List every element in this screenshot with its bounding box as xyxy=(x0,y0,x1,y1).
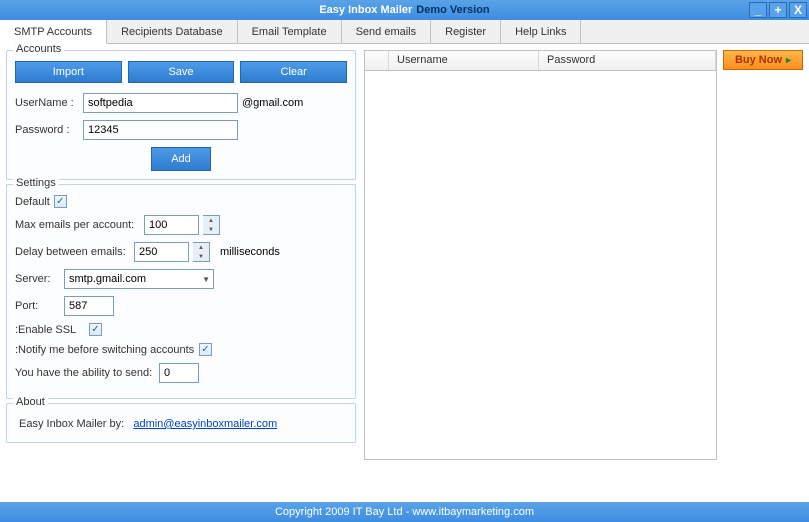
accounts-table: Username Password xyxy=(364,50,717,460)
version-label: Demo Version xyxy=(416,4,489,16)
save-button[interactable]: Save xyxy=(128,61,235,83)
password-label: Password : xyxy=(15,124,79,136)
tab-help-links[interactable]: Help Links xyxy=(501,20,581,43)
clear-button[interactable]: Clear xyxy=(240,61,347,83)
default-checkbox[interactable]: ✓ xyxy=(54,195,67,208)
footer: Copyright 2009 IT Bay Ltd - www.itbaymar… xyxy=(0,502,809,522)
max-emails-up[interactable]: ▲ xyxy=(203,216,219,225)
chevron-down-icon: ▼ xyxy=(202,275,210,284)
delay-up[interactable]: ▲ xyxy=(193,243,209,252)
content-area: Accounts Import Save Clear UserName : @g… xyxy=(0,44,809,499)
left-panel: Accounts Import Save Clear UserName : @g… xyxy=(6,50,356,493)
settings-legend: Settings xyxy=(13,177,59,189)
about-prefix: Easy Inbox Mailer by: xyxy=(19,418,124,430)
table-header: Username Password xyxy=(365,51,716,71)
add-button[interactable]: Add xyxy=(151,147,211,171)
ability-label: You have the ability to send: xyxy=(15,367,155,379)
settings-group: Settings Default ✓ Max emails per accoun… xyxy=(6,184,356,399)
table-col-password[interactable]: Password xyxy=(539,51,716,70)
max-emails-row: Max emails per account: ▲ ▼ xyxy=(15,215,347,235)
ssl-row: :Enable SSL ✓ xyxy=(15,323,347,336)
delay-input[interactable] xyxy=(134,242,189,262)
delay-label: Delay between emails: xyxy=(15,246,130,258)
table-col-icon[interactable] xyxy=(365,51,389,70)
username-input[interactable] xyxy=(83,93,238,113)
arrow-right-icon: ▸ xyxy=(786,55,791,66)
domain-label: @gmail.com xyxy=(242,97,303,109)
delay-spinner: ▲ ▼ xyxy=(193,242,210,262)
default-row: Default ✓ xyxy=(15,195,347,208)
about-link[interactable]: admin@easyinboxmailer.com xyxy=(133,418,277,430)
ssl-checkbox[interactable]: ✓ xyxy=(89,323,102,336)
ssl-label: :Enable SSL xyxy=(15,324,85,336)
port-input[interactable] xyxy=(64,296,114,316)
window-controls: _ + X xyxy=(749,2,807,18)
tab-recipients-database[interactable]: Recipients Database xyxy=(107,20,238,43)
maximize-button[interactable]: + xyxy=(769,2,787,18)
tab-register[interactable]: Register xyxy=(431,20,501,43)
notify-label: :Notify me before switching accounts xyxy=(15,344,195,356)
port-label: Port: xyxy=(15,300,60,312)
buy-now-label: Buy Now xyxy=(735,54,782,66)
notify-row: :Notify me before switching accounts ✓ xyxy=(15,343,347,356)
default-label: Default xyxy=(15,196,50,208)
delay-unit: milliseconds xyxy=(220,246,280,258)
max-emails-label: Max emails per account: xyxy=(15,219,140,231)
tab-smtp-accounts[interactable]: SMTP Accounts xyxy=(0,20,107,44)
about-text: Easy Inbox Mailer by: admin@easyinboxmai… xyxy=(15,414,347,434)
ability-row: You have the ability to send: xyxy=(15,363,347,383)
server-value: smtp.gmail.com xyxy=(69,273,146,285)
table-col-username[interactable]: Username xyxy=(389,51,539,70)
accounts-legend: Accounts xyxy=(13,43,64,55)
username-row: UserName : @gmail.com xyxy=(15,93,347,113)
ability-input[interactable] xyxy=(159,363,199,383)
about-legend: About xyxy=(13,396,48,408)
close-button[interactable]: X xyxy=(789,2,807,18)
about-group: About Easy Inbox Mailer by: admin@easyin… xyxy=(6,403,356,443)
tab-send-emails[interactable]: Send emails xyxy=(342,20,432,43)
max-emails-down[interactable]: ▼ xyxy=(203,225,219,234)
titlebar: Easy Inbox Mailer Demo Version _ + X xyxy=(0,0,809,20)
server-combo[interactable]: smtp.gmail.com ▼ xyxy=(64,269,214,289)
minimize-button[interactable]: _ xyxy=(749,2,767,18)
accounts-group: Accounts Import Save Clear UserName : @g… xyxy=(6,50,356,180)
import-button[interactable]: Import xyxy=(15,61,122,83)
password-row: Password : xyxy=(15,120,347,140)
server-label: Server: xyxy=(15,273,60,285)
accounts-button-row: Import Save Clear xyxy=(15,61,347,83)
tab-email-template[interactable]: Email Template xyxy=(238,20,342,43)
password-input[interactable] xyxy=(83,120,238,140)
delay-row: Delay between emails: ▲ ▼ milliseconds xyxy=(15,242,347,262)
right-panel: Username Password Buy Now ▸ xyxy=(364,50,803,493)
max-emails-input[interactable] xyxy=(144,215,199,235)
buy-now-button[interactable]: Buy Now ▸ xyxy=(723,50,803,70)
add-container: Add xyxy=(15,147,347,171)
server-row: Server: smtp.gmail.com ▼ xyxy=(15,269,347,289)
port-row: Port: xyxy=(15,296,347,316)
delay-down[interactable]: ▼ xyxy=(193,252,209,261)
username-label: UserName : xyxy=(15,97,79,109)
app-title: Easy Inbox Mailer xyxy=(319,4,412,16)
tab-row: SMTP Accounts Recipients Database Email … xyxy=(0,20,809,44)
notify-checkbox[interactable]: ✓ xyxy=(199,343,212,356)
max-emails-spinner: ▲ ▼ xyxy=(203,215,220,235)
